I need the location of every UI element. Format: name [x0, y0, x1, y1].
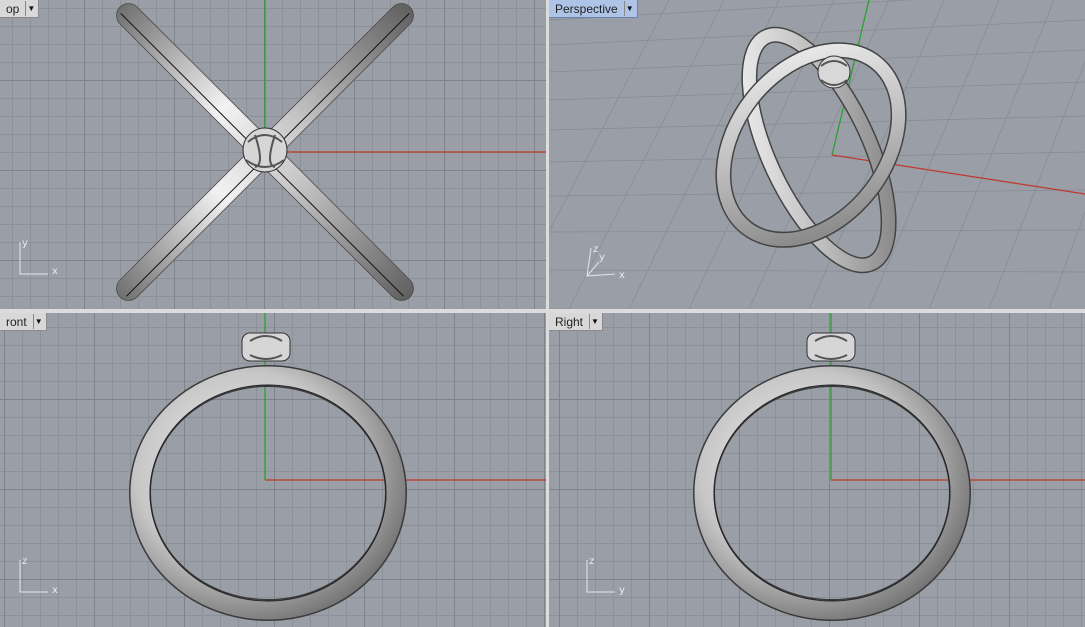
- triangle-down-icon[interactable]: ▼: [589, 314, 600, 329]
- viewport-perspective[interactable]: Perspective ▼ z y x: [549, 0, 1085, 309]
- knot: [242, 127, 288, 173]
- perspective-scene: [549, 0, 1085, 309]
- viewport-title-top[interactable]: op ▼: [0, 0, 40, 18]
- viewport-title-front[interactable]: ront ▼: [0, 313, 47, 331]
- ring-perspective: [715, 26, 907, 274]
- ring-front: [129, 332, 407, 621]
- axis-label-z: z: [593, 244, 599, 255]
- viewport-right[interactable]: Right ▼ z y: [549, 313, 1085, 627]
- triangle-down-icon[interactable]: ▼: [623, 1, 635, 16]
- viewport-label: op: [6, 1, 20, 16]
- top-view-scene: [116, 0, 546, 301]
- viewport-title-perspective[interactable]: Perspective ▼: [549, 0, 638, 18]
- viewport-front[interactable]: ront ▼ z x: [0, 313, 546, 627]
- viewport-label: ront: [6, 314, 27, 329]
- triangle-down-icon[interactable]: ▼: [25, 1, 36, 16]
- axis-label-z: z: [589, 556, 595, 567]
- viewport-top[interactable]: op ▼ y x: [0, 0, 546, 309]
- viewport-title-right[interactable]: Right ▼: [549, 313, 604, 331]
- axis-label-x: x: [52, 585, 58, 596]
- viewport-label: Right: [555, 314, 584, 329]
- axis-label-z: z: [22, 556, 28, 567]
- axis-label-x: x: [619, 270, 625, 281]
- viewport-label: Perspective: [555, 1, 618, 16]
- axis-label-x: x: [52, 266, 58, 277]
- ring-right: [693, 332, 971, 621]
- axis-label-y: y: [619, 585, 625, 596]
- front-view-scene: [129, 313, 546, 621]
- triangle-down-icon[interactable]: ▼: [32, 314, 44, 329]
- axis-label-y: y: [599, 252, 605, 263]
- axis-label-y: y: [22, 238, 28, 249]
